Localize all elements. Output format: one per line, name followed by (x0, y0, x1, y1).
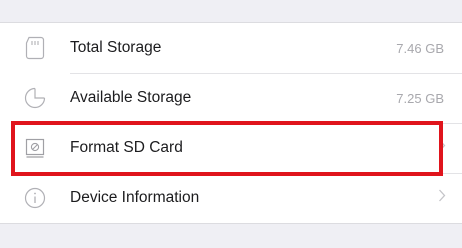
chevron-right-icon (438, 189, 446, 207)
format-sd-card-label: Format SD Card (70, 139, 183, 156)
format-sd-card-row[interactable]: Format SD Card (0, 123, 462, 173)
sd-card-icon (22, 35, 48, 61)
info-icon (22, 185, 48, 211)
chevron-right-icon (438, 139, 446, 157)
device-information-row[interactable]: Device Information (0, 173, 462, 223)
format-icon (22, 135, 48, 161)
available-storage-value: 7.25 GB (396, 90, 444, 106)
available-storage-label: Available Storage (70, 89, 192, 106)
total-storage-value: 7.46 GB (396, 40, 444, 56)
device-information-label: Device Information (70, 189, 200, 206)
available-storage-row: Available Storage 7.25 GB (0, 73, 462, 123)
pie-chart-icon (22, 85, 48, 111)
total-storage-label: Total Storage (70, 39, 162, 56)
total-storage-row: Total Storage 7.46 GB (0, 23, 462, 73)
storage-settings-list: Total Storage 7.46 GB Available Storage … (0, 22, 462, 224)
